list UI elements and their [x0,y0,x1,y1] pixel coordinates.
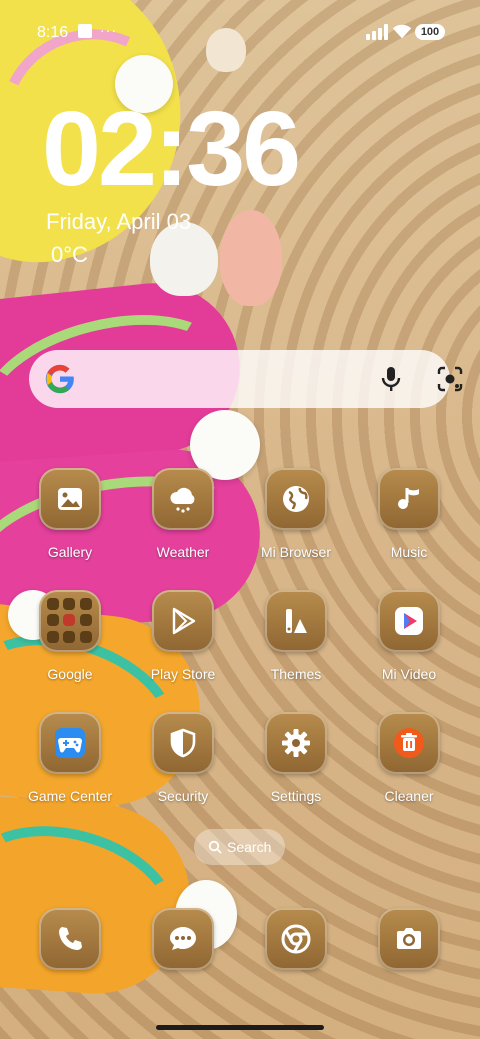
app-settings[interactable]: Settings [241,712,351,804]
microphone-icon[interactable] [379,366,403,392]
app-label: Music [390,544,428,560]
message-icon [152,908,214,970]
shield-icon [152,712,214,774]
app-label: Weather [156,544,210,560]
app-label: Cleaner [384,788,434,804]
status-bar: 8:16 ··· 100 [0,0,480,64]
camera-icon [378,908,440,970]
app-cleaner[interactable]: Cleaner [354,712,464,804]
chrome-icon [265,908,327,970]
app-mi-browser[interactable]: Mi Browser [241,468,351,560]
app-label: Play Store [150,666,216,682]
app-label: Mi Video [381,666,437,682]
app-label: Themes [270,666,322,682]
folder-icon [39,590,101,652]
app-music[interactable]: Music [354,468,464,560]
google-search-bar[interactable] [29,350,463,408]
clock-time[interactable]: 02:36 [42,96,301,202]
signal-icon [366,24,388,40]
gamepad-icon [39,712,101,774]
app-weather[interactable]: Weather [128,468,238,560]
clock-date[interactable]: Friday, April 03 [46,209,191,235]
trash-icon [378,712,440,774]
dock-messages[interactable] [128,908,238,970]
gesture-navigation-bar[interactable] [156,1025,324,1030]
folder-google[interactable]: Google [15,590,125,682]
app-label: Game Center [27,788,113,804]
gear-icon [265,712,327,774]
cloud-icon [152,468,214,530]
dock-chrome[interactable] [241,908,351,970]
image-icon [39,468,101,530]
app-search-button[interactable]: Search [194,829,285,865]
app-mi-video[interactable]: Mi Video [354,590,464,682]
phone-icon [39,908,101,970]
google-g-icon [45,364,74,394]
camera-lens-icon[interactable] [437,366,463,392]
dock-camera[interactable] [354,908,464,970]
app-label: Security [157,788,209,804]
globe-icon [265,468,327,530]
weather-temperature[interactable]: 0°C [51,242,88,268]
more-notifications-icon: ··· [100,22,117,38]
app-play-store[interactable]: Play Store [128,590,238,682]
app-label: Mi Browser [260,544,331,560]
music-note-icon [378,468,440,530]
app-label: Gallery [47,544,93,560]
app-game-center[interactable]: Game Center [15,712,125,804]
status-time: 8:16 [37,24,69,41]
app-gallery[interactable]: Gallery [15,468,125,560]
search-icon [208,840,222,854]
themes-icon [265,590,327,652]
app-search-label: Search [227,839,272,855]
video-play-icon [378,590,440,652]
app-label: Google [47,666,93,682]
dock-phone[interactable] [15,908,125,970]
app-themes[interactable]: Themes [241,590,351,682]
wifi-icon [392,24,412,39]
notification-icon [78,24,92,38]
battery-icon: 100 [415,24,445,40]
play-icon [152,590,214,652]
app-label: Settings [270,788,322,804]
app-security[interactable]: Security [128,712,238,804]
